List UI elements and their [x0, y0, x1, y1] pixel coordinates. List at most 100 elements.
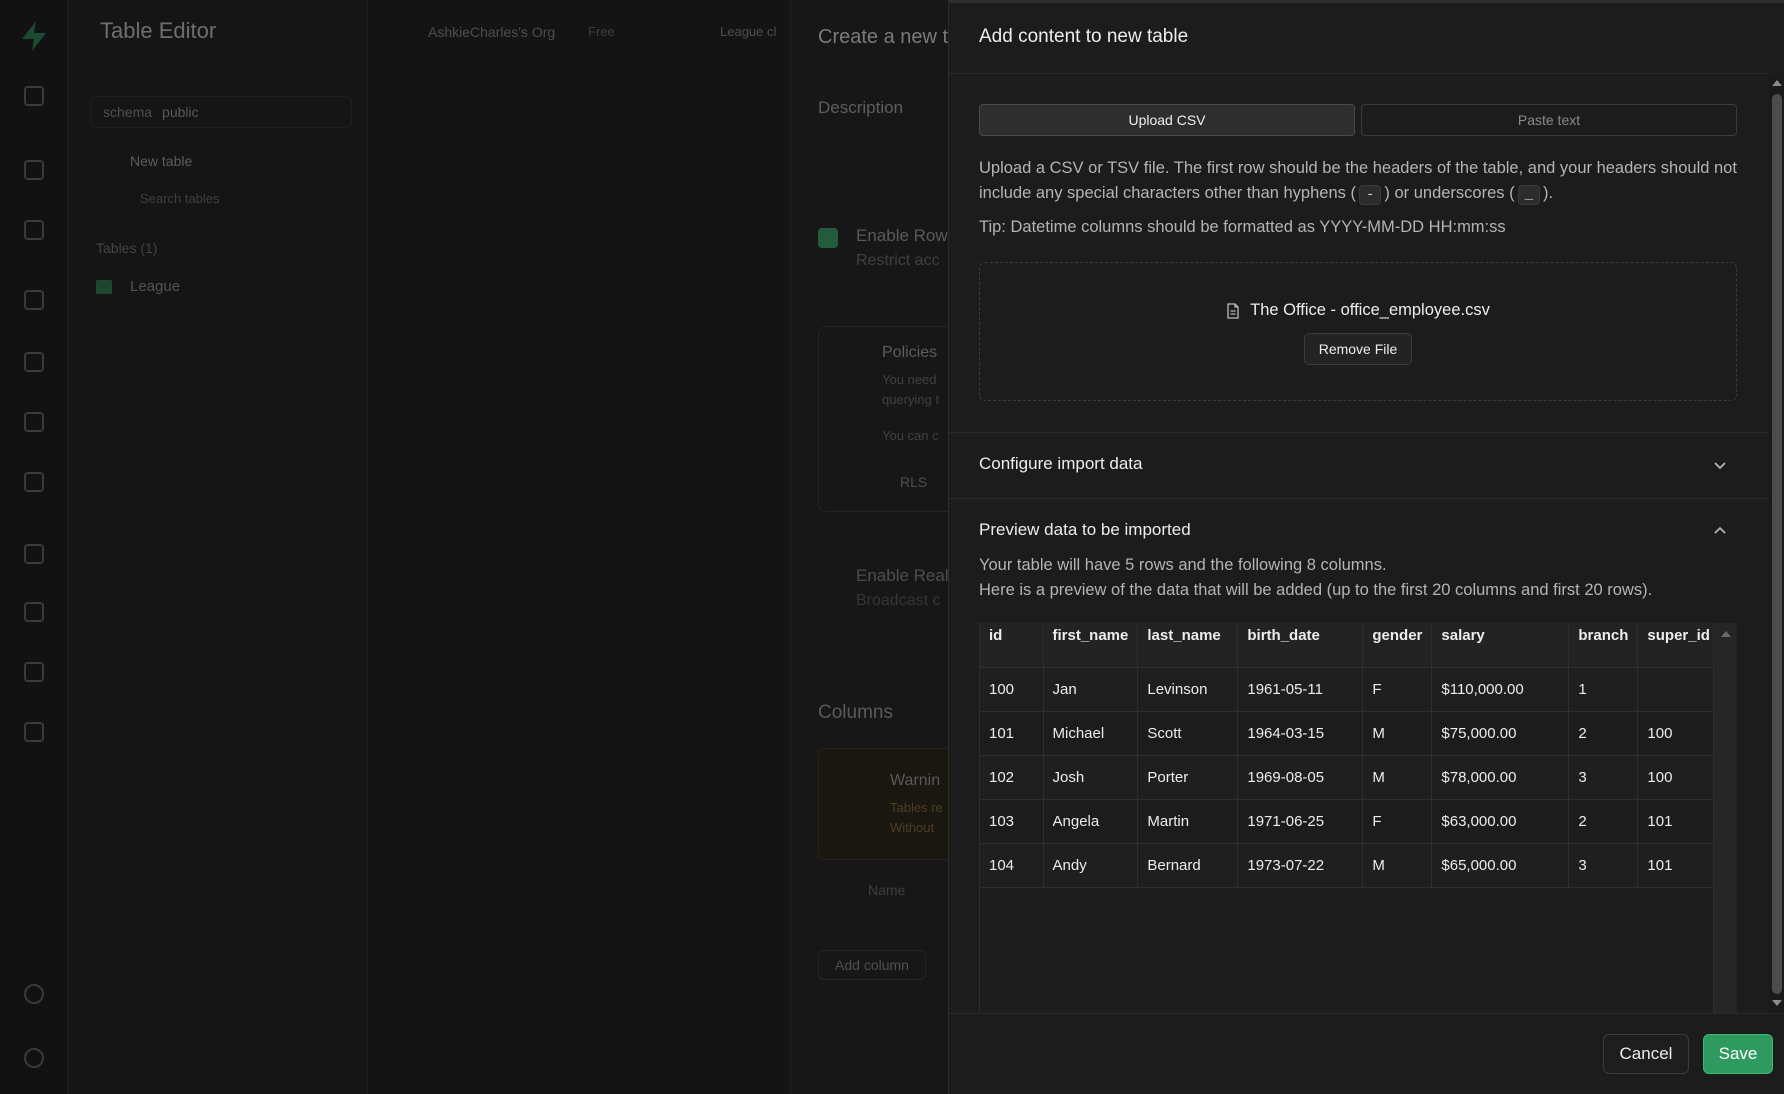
file-icon	[1227, 302, 1239, 319]
column-header: salary	[1431, 623, 1570, 668]
uploaded-file: The Office - office_employee.csv	[980, 301, 1736, 320]
table-cell: $63,000.00	[1431, 799, 1570, 844]
rls-label: Enable Row	[856, 226, 948, 245]
table-cell: Andy	[1043, 843, 1139, 888]
instructions-text: Upload a CSV or TSV file. The first row …	[979, 159, 1737, 202]
column-header: super_id	[1637, 623, 1720, 668]
column-header: gender	[1362, 623, 1433, 668]
table-cell: 102	[980, 755, 1044, 800]
remove-file-button[interactable]: Remove File	[1304, 333, 1412, 365]
table-cell: 2	[1568, 799, 1639, 844]
column-header: id	[980, 623, 1044, 668]
policies-line: querying t	[882, 392, 940, 407]
plan-badge: Free	[588, 24, 615, 39]
home-icon	[24, 86, 44, 106]
column-header: last_name	[1137, 623, 1239, 668]
search-icon	[24, 984, 44, 1004]
new-table-button: New table	[130, 153, 193, 169]
warning-title: Warnin	[890, 772, 941, 789]
save-button[interactable]: Save	[1703, 1034, 1773, 1074]
table-cell: 1964-03-15	[1237, 711, 1364, 756]
policies-title: Policies	[882, 344, 938, 361]
table-cell: 103	[980, 799, 1044, 844]
scroll-down-icon[interactable]	[1772, 1000, 1782, 1006]
scroll-up-icon[interactable]	[1721, 631, 1731, 637]
warning-line: Tables re	[890, 800, 943, 815]
upload-instructions: Upload a CSV or TSV file. The first row …	[979, 156, 1739, 206]
schema-selector: schema public	[90, 96, 352, 128]
policies-line: You can c	[882, 428, 939, 443]
hyphen-code: -	[1358, 185, 1382, 205]
table-cell: M	[1362, 843, 1433, 888]
table-cell: 2	[1568, 711, 1639, 756]
table-header-row: id first_name last_name birth_date gende…	[980, 623, 1720, 668]
table-cell: F	[1362, 667, 1433, 712]
chevron-up-icon[interactable]	[1711, 522, 1729, 540]
table-cell: Scott	[1137, 711, 1239, 756]
table-row: 103 Angela Martin 1971-06-25 F $63,000.0…	[980, 799, 1720, 844]
table-cell: 1	[1568, 667, 1639, 712]
table-item-league: League	[96, 278, 180, 295]
preview-data-header[interactable]: Preview data to be imported	[979, 520, 1191, 540]
configure-import-header[interactable]: Configure import data	[979, 454, 1142, 474]
divider	[949, 432, 1769, 433]
sheet-title: Add content to new table	[979, 26, 1189, 47]
rls-docs-button: RLS	[900, 474, 928, 490]
table-cell: 101	[980, 711, 1044, 756]
table-row: 100 Jan Levinson 1961-05-11 F $110,000.0…	[980, 667, 1720, 712]
rls-description: Restrict acc	[856, 252, 940, 269]
cancel-button[interactable]: Cancel	[1603, 1034, 1689, 1074]
user-icon	[24, 1048, 44, 1068]
table-row: 102 Josh Porter 1969-08-05 M $78,000.00 …	[980, 755, 1720, 800]
column-name-label: Name	[868, 882, 906, 898]
table-cell: Bernard	[1137, 843, 1239, 888]
tab-paste-text[interactable]: Paste text	[1361, 104, 1737, 136]
column-header: birth_date	[1237, 623, 1364, 668]
grid-scrollbar[interactable]	[1713, 623, 1737, 1013]
table-cell: 1971-06-25	[1237, 799, 1364, 844]
table-cell: 1961-05-11	[1237, 667, 1364, 712]
org-name: AshkieCharles's Org	[428, 24, 556, 40]
tables-heading: Tables (1)	[96, 240, 158, 256]
column-header: branch	[1568, 623, 1639, 668]
tab-upload-csv[interactable]: Upload CSV	[979, 104, 1355, 136]
search-tables-input: Search tables	[140, 191, 220, 206]
sheet-top-border	[949, 0, 1784, 3]
import-mode-tabs: Upload CSV Paste text	[979, 104, 1737, 136]
realtime-label: Enable Real	[856, 566, 949, 585]
sheet-scrollbar[interactable]	[1769, 74, 1784, 1014]
table-cell: Josh	[1043, 755, 1139, 800]
preview-table: id first_name last_name birth_date gende…	[980, 623, 1720, 888]
supabase-logo-icon	[22, 21, 46, 51]
scrollbar-thumb[interactable]	[1772, 94, 1782, 994]
logs-icon	[24, 602, 44, 622]
preview-summary: Your table will have 5 rows and the foll…	[979, 553, 1652, 603]
warning-line: Without	[890, 820, 935, 835]
table-cell: F	[1362, 799, 1433, 844]
preview-line: Your table will have 5 rows and the foll…	[979, 556, 1387, 574]
table-cell: Porter	[1137, 755, 1239, 800]
auth-icon	[24, 352, 44, 372]
table-row: 104 Andy Bernard 1973-07-22 M $65,000.00…	[980, 843, 1720, 888]
file-dropzone[interactable]: The Office - office_employee.csv Remove …	[979, 262, 1737, 401]
table-cell: Levinson	[1137, 667, 1239, 712]
app-title: Table Editor	[100, 18, 217, 43]
table-cell: Martin	[1137, 799, 1239, 844]
scroll-up-icon[interactable]	[1772, 80, 1782, 86]
chevron-down-icon[interactable]	[1711, 456, 1729, 474]
database-icon	[24, 290, 44, 310]
datetime-tip: Tip: Datetime columns should be formatte…	[979, 218, 1506, 236]
table-cell: 100	[1637, 755, 1720, 800]
instructions-text: ).	[1543, 184, 1554, 202]
divider	[949, 1013, 1784, 1014]
table-cell: $75,000.00	[1431, 711, 1570, 756]
file-name: The Office - office_employee.csv	[1250, 301, 1490, 319]
preview-grid[interactable]: id first_name last_name birth_date gende…	[979, 623, 1737, 1013]
column-header: first_name	[1043, 623, 1139, 668]
create-table-panel	[790, 0, 950, 1094]
sql-editor-icon	[24, 220, 44, 240]
table-cell: 1969-08-05	[1237, 755, 1364, 800]
table-cell: 100	[1637, 711, 1720, 756]
table-cell: 3	[1568, 755, 1639, 800]
create-table-title: Create a new t	[818, 26, 949, 48]
